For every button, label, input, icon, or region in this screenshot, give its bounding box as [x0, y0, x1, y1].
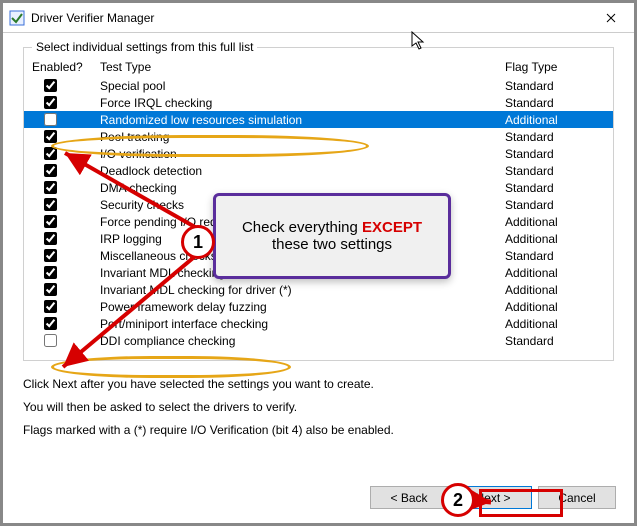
instructions: Click Next after you have selected the s… [3, 361, 634, 441]
table-row[interactable]: Port/miniport interface checkingAddition… [24, 315, 613, 332]
row-flag-type: Additional [505, 113, 605, 127]
row-test-type: Randomized low resources simulation [100, 113, 505, 127]
row-checkbox[interactable] [44, 130, 57, 143]
row-checkbox[interactable] [44, 96, 57, 109]
row-flag-type: Standard [505, 130, 605, 144]
instruction-line: You will then be asked to select the dri… [23, 396, 614, 419]
callout-text-except: EXCEPT [362, 219, 422, 236]
table-row[interactable]: Invariant MDL checking for driver (*)Add… [24, 281, 613, 298]
row-flag-type: Standard [505, 334, 605, 348]
callout-text: Check everything [242, 219, 362, 236]
app-icon [9, 10, 25, 26]
row-test-type: Deadlock detection [100, 164, 505, 178]
row-test-type: Invariant MDL checking for driver (*) [100, 283, 505, 297]
cancel-button[interactable]: Cancel [538, 486, 616, 509]
table-row[interactable]: DDI compliance checkingStandard [24, 332, 613, 349]
row-checkbox[interactable] [44, 283, 57, 296]
table-row[interactable]: I/O verificationStandard [24, 145, 613, 162]
row-flag-type: Additional [505, 300, 605, 314]
table-row[interactable]: Power framework delay fuzzingAdditional [24, 298, 613, 315]
row-test-type: Special pool [100, 79, 505, 93]
row-checkbox[interactable] [44, 232, 57, 245]
row-flag-type: Standard [505, 96, 605, 110]
table-row[interactable]: Randomized low resources simulationAddit… [24, 111, 613, 128]
row-flag-type: Standard [505, 79, 605, 93]
titlebar: Driver Verifier Manager [3, 3, 634, 33]
annotation-callout: Check everything EXCEPT these two settin… [213, 193, 451, 279]
row-checkbox[interactable] [44, 147, 57, 160]
row-checkbox[interactable] [44, 215, 57, 228]
row-checkbox[interactable] [44, 334, 57, 347]
table-row[interactable]: Force IRQL checkingStandard [24, 94, 613, 111]
instruction-line: Click Next after you have selected the s… [23, 373, 614, 396]
table-row[interactable]: Pool trackingStandard [24, 128, 613, 145]
row-flag-type: Standard [505, 249, 605, 263]
callout-text: these two settings [272, 236, 392, 253]
list-header: Enabled? Test Type Flag Type [24, 56, 613, 77]
row-test-type: I/O verification [100, 147, 505, 161]
row-checkbox[interactable] [44, 198, 57, 211]
row-checkbox[interactable] [44, 249, 57, 262]
row-flag-type: Additional [505, 283, 605, 297]
row-checkbox[interactable] [44, 113, 57, 126]
table-row[interactable]: Special poolStandard [24, 77, 613, 94]
back-button[interactable]: < Back [370, 486, 448, 509]
instruction-line: Flags marked with a (*) require I/O Veri… [23, 419, 614, 442]
row-test-type: Pool tracking [100, 130, 505, 144]
row-flag-type: Additional [505, 266, 605, 280]
row-checkbox[interactable] [44, 181, 57, 194]
row-checkbox[interactable] [44, 317, 57, 330]
row-checkbox[interactable] [44, 79, 57, 92]
header-test-type[interactable]: Test Type [100, 60, 505, 74]
row-checkbox[interactable] [44, 266, 57, 279]
row-test-type: Power framework delay fuzzing [100, 300, 505, 314]
annotation-badge: 2 [441, 483, 475, 517]
table-row[interactable]: Deadlock detectionStandard [24, 162, 613, 179]
row-flag-type: Standard [505, 181, 605, 195]
close-button[interactable] [588, 3, 634, 33]
row-test-type: Port/miniport interface checking [100, 317, 505, 331]
row-flag-type: Standard [505, 198, 605, 212]
row-flag-type: Standard [505, 147, 605, 161]
row-flag-type: Standard [505, 164, 605, 178]
window-title: Driver Verifier Manager [31, 11, 588, 25]
row-checkbox[interactable] [44, 300, 57, 313]
row-flag-type: Additional [505, 317, 605, 331]
header-enabled[interactable]: Enabled? [32, 60, 100, 74]
row-checkbox[interactable] [44, 164, 57, 177]
row-test-type: DDI compliance checking [100, 334, 505, 348]
row-flag-type: Additional [505, 232, 605, 246]
annotation-badge: 1 [181, 225, 215, 259]
groupbox-label: Select individual settings from this ful… [32, 40, 257, 54]
row-test-type: Force IRQL checking [100, 96, 505, 110]
row-flag-type: Additional [505, 215, 605, 229]
header-flag-type[interactable]: Flag Type [505, 60, 605, 74]
